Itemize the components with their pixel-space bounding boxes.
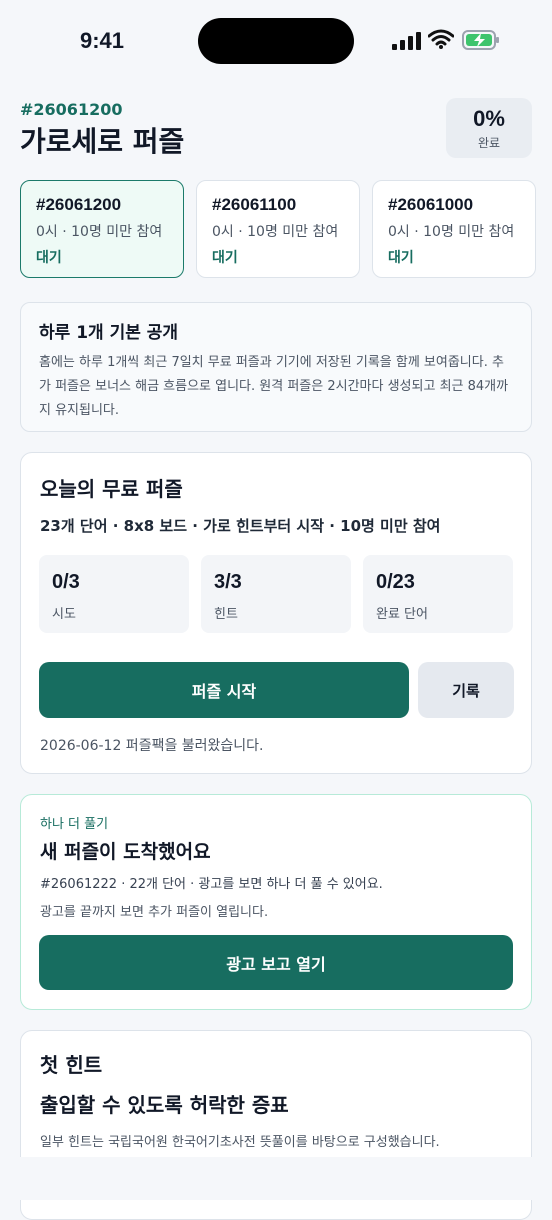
wifi-icon (428, 29, 454, 49)
battery-charging-icon (462, 30, 499, 50)
stat-value: 0/23 (376, 571, 415, 593)
bonus-eyebrow: 하나 더 풀기 (40, 817, 109, 832)
today-meta: 23개 단어 · 8x8 보드 · 가로 힌트부터 시작 · 10명 미만 참여 (40, 517, 441, 535)
puzzle-card[interactable]: #26061000 0시 · 10명 미만 참여 대기 (372, 180, 536, 278)
history-button[interactable]: 기록 (418, 662, 514, 718)
puzzle-card-meta: 0시 · 10명 미만 참여 (36, 224, 163, 240)
stat-hints: 3/3 힌트 (201, 555, 351, 633)
info-card: 하루 1개 기본 공개 홈에는 하루 1개씩 최근 7일치 무료 퍼즐과 기기에… (20, 302, 532, 432)
bonus-puzzle-card: 하나 더 풀기 새 퍼즐이 도착했어요 #26061222 · 22개 단어 ·… (20, 794, 532, 1010)
bonus-note: 광고를 끝까지 보면 추가 퍼즐이 열립니다. (40, 905, 269, 920)
status-bar: 9:41 (0, 0, 552, 80)
watch-ad-button[interactable]: 광고 보고 열기 (39, 935, 513, 990)
stat-label: 힌트 (214, 607, 238, 622)
progress-label: 완료 (477, 136, 501, 150)
page-title: 가로세로 퍼즐 (20, 125, 185, 158)
puzzle-card-strip[interactable]: #26061200 0시 · 10명 미만 참여 대기 #26061100 0시… (20, 180, 552, 282)
puzzle-card-meta: 0시 · 10명 미만 참여 (212, 224, 339, 240)
puzzle-card-status: 대기 (212, 250, 238, 266)
puzzle-card-id: #26061200 (36, 195, 122, 214)
puzzle-card-selected[interactable]: #26061200 0시 · 10명 미만 참여 대기 (20, 180, 184, 278)
today-title: 오늘의 무료 퍼즐 (40, 477, 183, 501)
page-header: #26061200 가로세로 퍼즐 0% 완료 (20, 96, 532, 160)
hint-title: 첫 힌트 (40, 1053, 103, 1077)
signal-icon (392, 32, 421, 50)
stat-label: 완료 단어 (376, 607, 428, 622)
puzzle-card-meta: 0시 · 10명 미만 참여 (388, 224, 515, 240)
puzzle-card[interactable]: #26061100 0시 · 10명 미만 참여 대기 (196, 180, 360, 278)
info-body: 홈에는 하루 1개씩 최근 7일치 무료 퍼즐과 기기에 저장된 기록을 함께 … (39, 355, 509, 418)
current-puzzle-id: #26061200 (20, 100, 123, 119)
stat-completed-words: 0/23 완료 단어 (363, 555, 513, 633)
puzzle-card-id: #26061000 (388, 195, 474, 214)
progress-card: 0% 완료 (446, 98, 532, 158)
stat-value: 0/3 (52, 571, 80, 593)
stat-value: 3/3 (214, 571, 242, 593)
puzzle-card-status: 대기 (388, 250, 414, 266)
hint-text: 출입할 수 있도록 허락한 증표 (40, 1093, 289, 1117)
start-puzzle-button[interactable]: 퍼즐 시작 (39, 662, 409, 718)
dynamic-island (198, 18, 354, 64)
puzzle-card-id: #26061100 (212, 195, 297, 214)
progress-value: 0% (473, 106, 505, 131)
stat-label: 시도 (52, 607, 76, 622)
bonus-title: 새 퍼즐이 도착했어요 (40, 841, 211, 863)
bottom-fade (0, 1157, 552, 1200)
status-time: 9:41 (80, 28, 125, 53)
today-puzzle-card: 오늘의 무료 퍼즐 23개 단어 · 8x8 보드 · 가로 힌트부터 시작 ·… (20, 452, 532, 774)
bonus-meta: #26061222 · 22개 단어 · 광고를 보면 하나 더 풀 수 있어요… (40, 877, 383, 892)
info-title: 하루 1개 기본 공개 (39, 323, 179, 343)
puzzle-card-status: 대기 (36, 250, 62, 266)
hint-source: 일부 힌트는 국립국어원 한국어기초사전 뜻풀이를 바탕으로 구성했습니다. (40, 1135, 440, 1150)
stat-attempts: 0/3 시도 (39, 555, 189, 633)
load-status: 2026-06-12 퍼즐팩을 불러왔습니다. (40, 738, 264, 754)
